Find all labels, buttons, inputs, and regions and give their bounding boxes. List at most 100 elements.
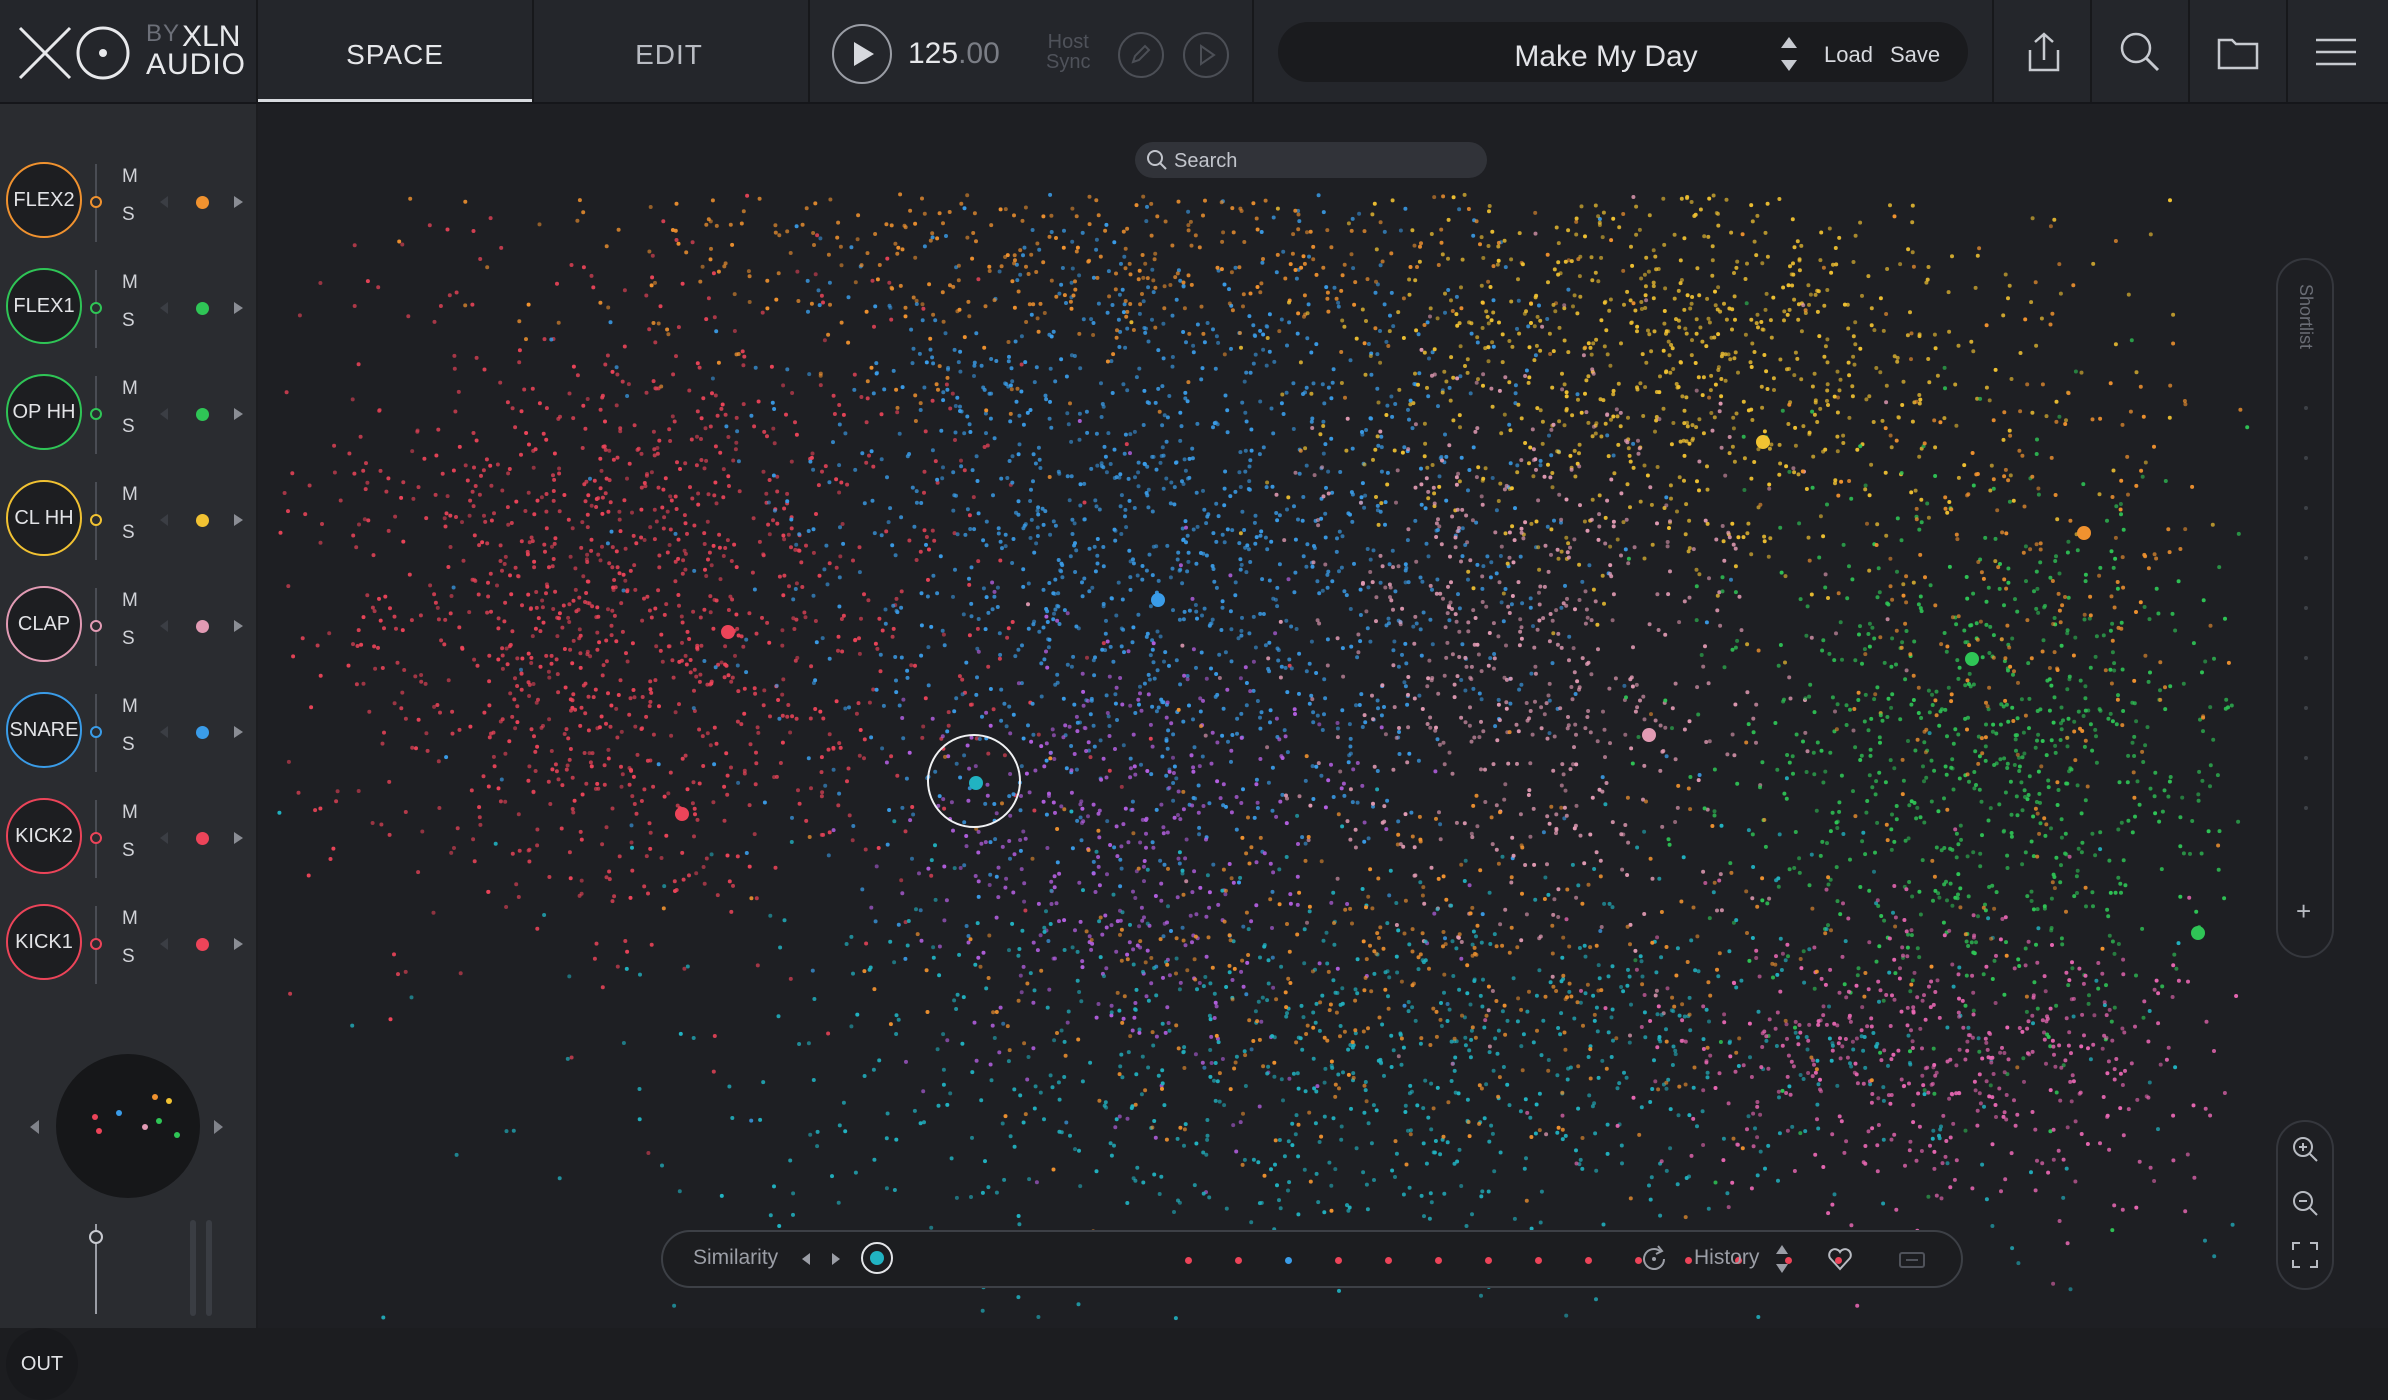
search-input[interactable]: Search [1174, 150, 1237, 173]
prev-sample-icon[interactable] [160, 514, 168, 526]
shortlist-slot[interactable] [2304, 606, 2308, 610]
output-knob[interactable]: OUT [6, 1328, 78, 1400]
export-icon[interactable] [2022, 30, 2066, 74]
track-knob[interactable]: OP HH [6, 374, 82, 450]
fit-view-icon[interactable] [2290, 1240, 2320, 1270]
mute-button[interactable]: M [122, 166, 138, 188]
tap-tempo-button[interactable] [1118, 32, 1164, 78]
track-row-flex2[interactable]: FLEX2MS [0, 152, 256, 252]
track-fader-handle[interactable] [90, 196, 102, 208]
track-sample-marker[interactable] [1642, 728, 1656, 742]
solo-button[interactable]: S [122, 628, 135, 650]
menu-icon[interactable] [2314, 30, 2358, 74]
next-sample-icon[interactable] [234, 408, 243, 420]
search-icon[interactable] [2118, 30, 2162, 74]
track-knob[interactable]: KICK2 [6, 798, 82, 874]
track-fader-handle[interactable] [90, 726, 102, 738]
similar-sample-dot[interactable] [1235, 1257, 1242, 1264]
track-row-flex1[interactable]: FLEX1 MS [0, 258, 256, 358]
mute-button[interactable]: M [122, 590, 138, 612]
shortlist-slot[interactable] [2304, 406, 2308, 410]
history-up-down-icon[interactable] [1774, 1242, 1790, 1276]
track-fader-handle[interactable] [90, 620, 102, 632]
zoom-in-icon[interactable] [2290, 1134, 2320, 1164]
track-row-kick1[interactable]: KICK1MS [0, 894, 256, 994]
similar-sample-dot[interactable] [1385, 1257, 1392, 1264]
prev-sample-icon[interactable] [160, 408, 168, 420]
sample-scatter-map[interactable] [258, 104, 2388, 1328]
preset-up-down-icon[interactable] [1778, 34, 1800, 74]
track-fader-handle[interactable] [90, 938, 102, 950]
solo-button[interactable]: S [122, 522, 135, 544]
play-button[interactable] [832, 24, 892, 84]
track-row-op-hh[interactable]: OP HHMS [0, 364, 256, 464]
track-row-cl-hh[interactable]: CL HH MS [0, 470, 256, 570]
track-knob[interactable]: CL HH [6, 480, 82, 556]
heart-icon[interactable] [1826, 1245, 1854, 1273]
shortlist-slot[interactable] [2304, 706, 2308, 710]
mini-space-preview[interactable] [56, 1054, 200, 1198]
shortlist-slot[interactable] [2304, 756, 2308, 760]
mute-button[interactable]: M [122, 484, 138, 506]
tab-edit[interactable]: EDIT [534, 0, 804, 102]
similar-sample-dot[interactable] [1335, 1257, 1342, 1264]
mute-button[interactable]: M [122, 908, 138, 930]
similar-sample-dot[interactable] [1535, 1257, 1542, 1264]
selected-sample-ring[interactable] [927, 734, 1021, 828]
next-sample-icon[interactable] [234, 726, 243, 738]
similar-sample-dot[interactable] [1685, 1257, 1692, 1264]
solo-button[interactable]: S [122, 310, 135, 332]
track-sample-marker[interactable] [1151, 593, 1165, 607]
similar-sample-dot[interactable] [1185, 1257, 1192, 1264]
save-button[interactable]: Save [1890, 42, 1940, 68]
track-row-clap[interactable]: CLAP MS [0, 576, 256, 676]
mini-next-icon[interactable] [214, 1120, 223, 1134]
shuffle-refresh-icon[interactable] [1638, 1243, 1670, 1275]
track-sample-marker[interactable] [2191, 926, 2205, 940]
track-fader-handle[interactable] [90, 832, 102, 844]
next-sample-icon[interactable] [234, 938, 243, 950]
prev-sample-icon[interactable] [160, 938, 168, 950]
load-button[interactable]: Load [1824, 42, 1873, 68]
shortlist-slot[interactable] [2304, 656, 2308, 660]
track-knob[interactable]: FLEX1 [6, 268, 82, 344]
mute-button[interactable]: M [122, 378, 138, 400]
track-sample-marker[interactable] [675, 807, 689, 821]
prev-sample-icon[interactable] [160, 196, 168, 208]
similar-sample-dot[interactable] [1585, 1257, 1592, 1264]
track-knob[interactable]: CLAP [6, 586, 82, 662]
track-fader-handle[interactable] [90, 408, 102, 420]
mute-button[interactable]: M [122, 696, 138, 718]
prev-sample-icon[interactable] [160, 620, 168, 632]
similar-sample-dot[interactable] [1285, 1257, 1292, 1264]
shortlist-slot[interactable] [2304, 806, 2308, 810]
shortlist-slot[interactable] [2304, 456, 2308, 460]
mute-button[interactable]: M [122, 802, 138, 824]
zoom-out-icon[interactable] [2290, 1188, 2320, 1218]
prev-sample-icon[interactable] [160, 726, 168, 738]
folder-icon[interactable] [2216, 30, 2260, 74]
output-fader-handle[interactable] [89, 1230, 103, 1244]
preset-name[interactable]: Make My Day [1446, 40, 1766, 74]
next-sample-icon[interactable] [234, 620, 243, 632]
similar-sample-dot[interactable] [1435, 1257, 1442, 1264]
host-sync-label[interactable]: HostSync [1046, 32, 1090, 72]
mute-button[interactable]: M [122, 272, 138, 294]
preview-play-button[interactable] [1183, 32, 1229, 78]
similarity-current-sample[interactable] [861, 1242, 893, 1274]
clear-history-icon[interactable] [1896, 1245, 1928, 1273]
similarity-next-icon[interactable] [832, 1253, 840, 1265]
shortlist-add-button[interactable]: + [2296, 896, 2311, 927]
solo-button[interactable]: S [122, 946, 135, 968]
track-knob[interactable]: FLEX2 [6, 162, 82, 238]
track-sample-marker[interactable] [1756, 435, 1770, 449]
solo-button[interactable]: S [122, 734, 135, 756]
track-row-kick2[interactable]: KICK2 MS [0, 788, 256, 888]
mini-prev-icon[interactable] [30, 1120, 39, 1134]
solo-button[interactable]: S [122, 840, 135, 862]
track-knob[interactable]: SNARE [6, 692, 82, 768]
track-sample-marker[interactable] [721, 625, 735, 639]
sample-space[interactable]: Search Shortlist + Similarity History [258, 104, 2388, 1328]
shortlist-slot[interactable] [2304, 556, 2308, 560]
next-sample-icon[interactable] [234, 302, 243, 314]
